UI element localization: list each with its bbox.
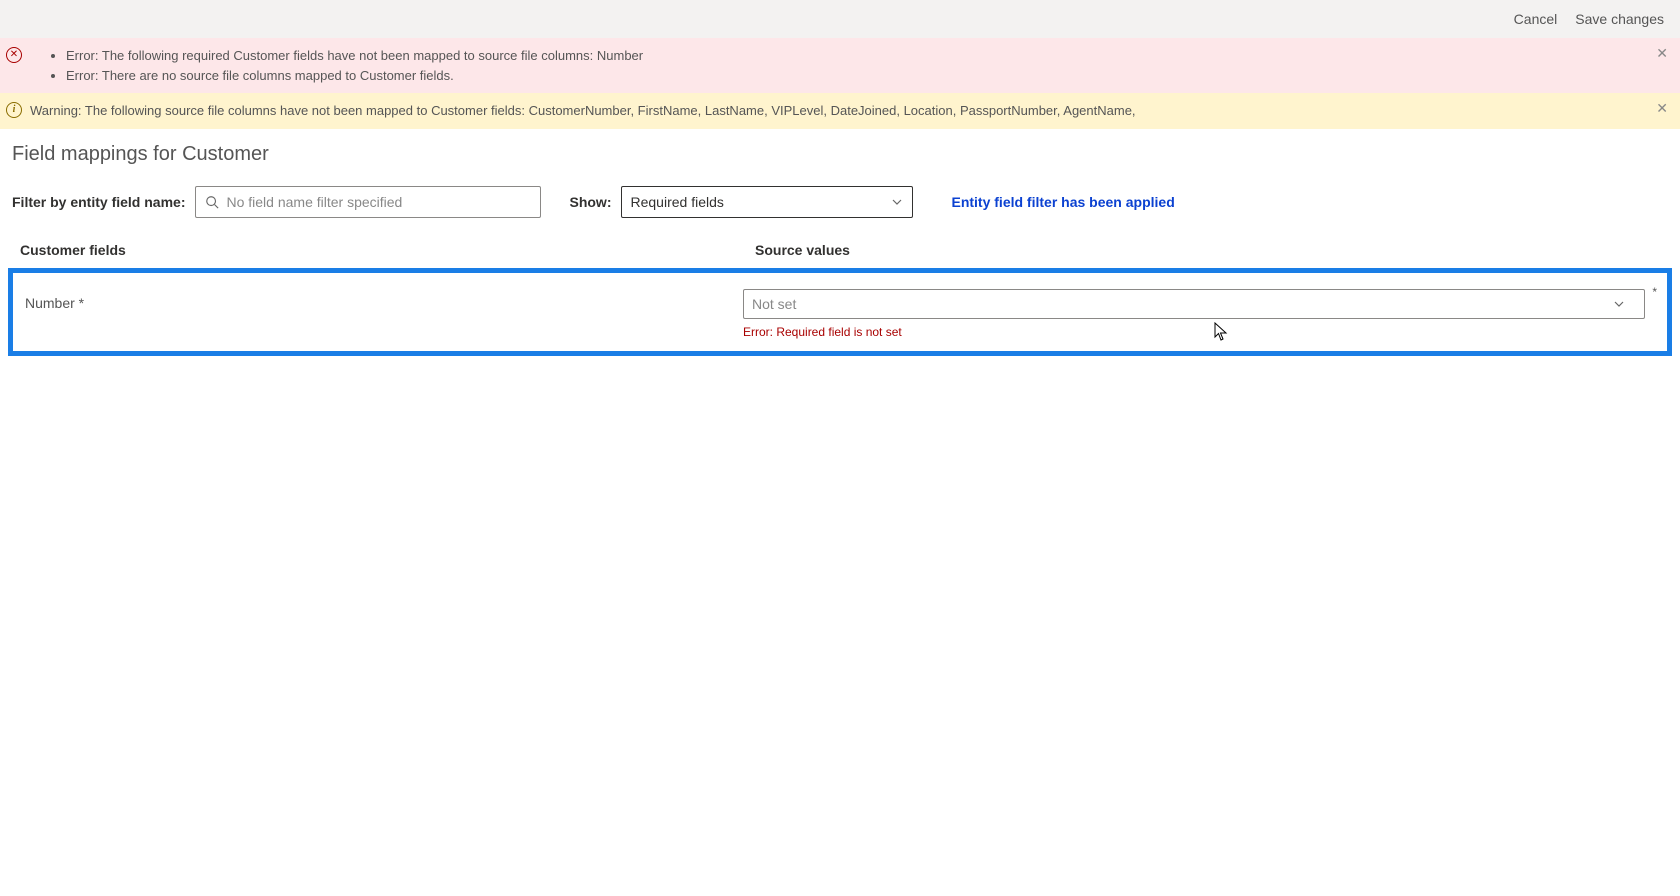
error-item: Error: There are no source file columns …: [66, 66, 1670, 86]
show-select-value: Required fields: [621, 186, 913, 218]
error-item: Error: The following required Customer f…: [66, 46, 1670, 66]
warning-banner-content: Warning: The following source file colum…: [30, 101, 1670, 121]
warning-banner: i Warning: The following source file col…: [0, 93, 1680, 129]
close-icon[interactable]: ✕: [1656, 101, 1668, 115]
filter-label: Filter by entity field name:: [12, 194, 185, 210]
error-icon: ✕: [6, 47, 22, 63]
warning-text: Warning: The following source file colum…: [30, 101, 1670, 121]
required-asterisk: *: [1652, 285, 1657, 299]
filter-applied-message: Entity field filter has been applied: [951, 194, 1174, 210]
column-header-source: Source values: [755, 242, 1668, 258]
info-icon: i: [6, 102, 22, 118]
page-title: Field mappings for Customer: [0, 129, 1680, 170]
field-name: Number *: [23, 289, 743, 339]
filter-input-wrap: [195, 186, 541, 218]
source-cell: * Not set Error: Required field is not s…: [743, 289, 1657, 339]
source-select-value: Not set: [743, 289, 1645, 319]
save-changes-button[interactable]: Save changes: [1575, 11, 1664, 27]
mapping-row: Number * * Not set Error: Required field…: [8, 268, 1672, 356]
column-header-fields: Customer fields: [20, 242, 755, 258]
search-icon: [205, 195, 219, 209]
error-banner-content: Error: The following required Customer f…: [30, 46, 1670, 85]
cancel-button[interactable]: Cancel: [1514, 11, 1558, 27]
show-label: Show:: [569, 194, 611, 210]
error-banner: ✕ Error: The following required Customer…: [0, 38, 1680, 93]
top-bar: Cancel Save changes: [0, 0, 1680, 38]
source-select[interactable]: Not set: [743, 289, 1645, 319]
show-select[interactable]: Required fields: [621, 186, 913, 218]
filter-row: Filter by entity field name: Show: Requi…: [0, 170, 1680, 224]
field-error: Error: Required field is not set: [743, 325, 1657, 339]
close-icon[interactable]: ✕: [1656, 46, 1668, 60]
filter-input[interactable]: [195, 186, 541, 218]
table-header: Customer fields Source values: [0, 224, 1680, 264]
